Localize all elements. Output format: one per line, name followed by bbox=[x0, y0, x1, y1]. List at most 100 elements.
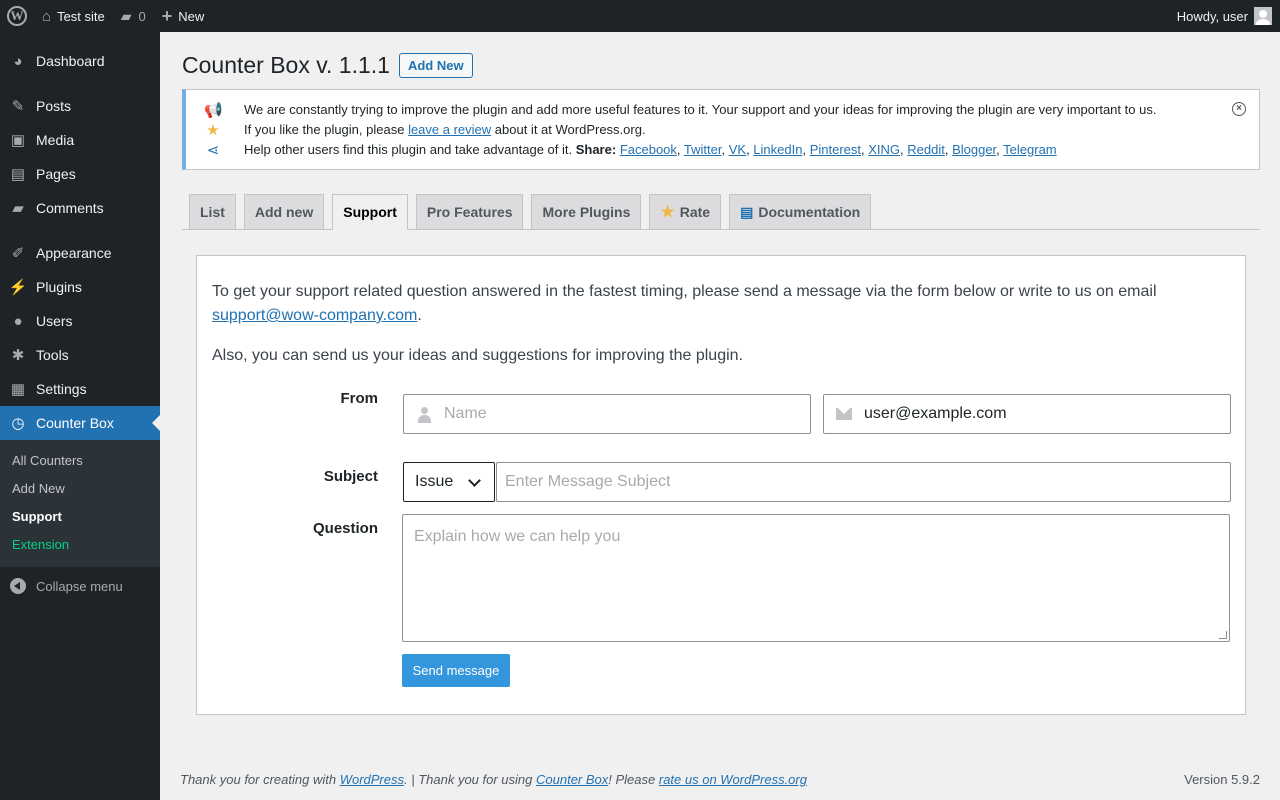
dashboard-icon: ◕ bbox=[13, 52, 23, 70]
from-label: From bbox=[340, 390, 379, 407]
email-field[interactable]: user@example.com bbox=[823, 394, 1231, 434]
tab-support[interactable]: Support bbox=[332, 194, 408, 230]
notice-line: ⋖ Help other users find this plugin and … bbox=[207, 140, 1259, 160]
sidebar-item-plugins[interactable]: ⚡ Plugins bbox=[0, 270, 160, 304]
tab-documentation[interactable]: ▤ Documentation bbox=[729, 194, 872, 229]
document-icon: ▤ bbox=[740, 203, 754, 220]
submenu-add-new[interactable]: Add New bbox=[0, 475, 160, 503]
subject-type-select[interactable]: Issue bbox=[403, 462, 495, 502]
page-header: Counter Box v. 1.1.1 Add New bbox=[182, 52, 473, 79]
subject-input[interactable]: Enter Message Subject bbox=[496, 462, 1231, 502]
intro-text: To get your support related question ans… bbox=[212, 283, 1157, 300]
sidebar-item-tools[interactable]: ✱ Tools bbox=[0, 338, 160, 372]
subject-type-value: Issue bbox=[415, 473, 454, 490]
wordpress-link[interactable]: WordPress bbox=[340, 772, 404, 787]
clock-icon: ◷ bbox=[11, 415, 25, 432]
tab-add-new[interactable]: Add new bbox=[243, 194, 325, 229]
tab-list[interactable]: List bbox=[189, 194, 236, 229]
howdy-text: Howdy, user bbox=[1176, 8, 1248, 24]
add-new-button[interactable]: Add New bbox=[398, 53, 473, 78]
share-link-xing[interactable]: XING bbox=[868, 142, 900, 157]
sidebar-item-label: Media bbox=[36, 132, 75, 148]
question-label: Question bbox=[312, 520, 378, 537]
admin-sidebar: ◕ Dashboard ✎ Posts ▣ Media ▤ Pages ▰ Co… bbox=[0, 32, 160, 800]
footer-text: Thank you for creating with bbox=[180, 772, 340, 787]
admin-footer: Thank you for creating with WordPress. |… bbox=[180, 772, 1260, 787]
sidebar-item-counter-box[interactable]: ◷ Counter Box bbox=[0, 406, 160, 440]
submenu-extension[interactable]: Extension bbox=[0, 531, 160, 559]
sidebar-item-dashboard[interactable]: ◕ Dashboard bbox=[0, 44, 160, 78]
footer-text: ! Please bbox=[608, 772, 659, 787]
sidebar-item-label: Plugins bbox=[36, 279, 82, 295]
user-icon bbox=[404, 406, 444, 423]
sidebar-item-posts[interactable]: ✎ Posts bbox=[0, 89, 160, 123]
submenu-support[interactable]: Support bbox=[0, 503, 160, 531]
wrench-icon: ✱ bbox=[11, 347, 25, 364]
comments-link[interactable]: ▰ 0 bbox=[113, 0, 154, 32]
support-email-link[interactable]: support@wow-company.com bbox=[212, 307, 417, 324]
question-textarea[interactable]: Explain how we can help you bbox=[402, 514, 1230, 642]
sidebar-item-settings[interactable]: ▦ Settings bbox=[0, 372, 160, 406]
sidebar-item-label: Dashboard bbox=[36, 53, 105, 69]
tab-label: Rate bbox=[679, 203, 711, 220]
share-link-blogger[interactable]: Blogger bbox=[952, 142, 996, 157]
dismiss-notice-button[interactable]: × bbox=[1232, 102, 1246, 116]
tab-more-plugins[interactable]: More Plugins bbox=[531, 194, 642, 229]
sidebar-item-label: Comments bbox=[36, 200, 104, 216]
avatar bbox=[1254, 7, 1272, 25]
new-content-button[interactable]: + New bbox=[154, 0, 213, 32]
chevron-down-icon bbox=[468, 474, 481, 487]
mail-icon bbox=[824, 408, 864, 420]
sidebar-item-media[interactable]: ▣ Media bbox=[0, 123, 160, 157]
intro-end: . bbox=[417, 307, 422, 324]
nav-tabs: List Add new Support Pro Features More P… bbox=[182, 194, 1260, 230]
collapse-label: Collapse menu bbox=[36, 578, 123, 594]
share-link-vk[interactable]: VK bbox=[729, 142, 746, 157]
sidebar-item-label: Settings bbox=[36, 381, 87, 397]
subject-label: Subject bbox=[323, 468, 378, 485]
plug-icon: ⚡ bbox=[8, 279, 28, 296]
share-link-facebook[interactable]: Facebook bbox=[620, 142, 677, 157]
my-account-menu[interactable]: Howdy, user bbox=[1169, 0, 1280, 32]
wordpress-icon: W bbox=[7, 6, 27, 26]
tab-label: Documentation bbox=[758, 203, 861, 220]
site-name: Test site bbox=[57, 8, 105, 24]
wordpress-logo-button[interactable]: W bbox=[0, 0, 34, 32]
share-link-telegram[interactable]: Telegram bbox=[1003, 142, 1056, 157]
share-icon: ⋖ bbox=[206, 142, 220, 159]
collapse-menu-button[interactable]: Collapse menu bbox=[0, 569, 160, 603]
sidebar-item-appearance[interactable]: ✐ Appearance bbox=[0, 236, 160, 270]
submenu-all-counters[interactable]: All Counters bbox=[0, 447, 160, 475]
support-ideas: Also, you can send us your ideas and sug… bbox=[212, 347, 743, 364]
comment-icon: ▰ bbox=[120, 7, 132, 24]
question-placeholder: Explain how we can help you bbox=[414, 528, 621, 545]
sidebar-item-comments[interactable]: ▰ Comments bbox=[0, 191, 160, 225]
mail-icon-shape bbox=[836, 408, 852, 420]
tab-pro-features[interactable]: Pro Features bbox=[415, 194, 524, 229]
footer-text: . | Thank you for using bbox=[404, 772, 536, 787]
name-field[interactable]: Name bbox=[403, 394, 811, 434]
share-link-pinterest[interactable]: Pinterest bbox=[810, 142, 861, 157]
share-link-twitter[interactable]: Twitter bbox=[684, 142, 722, 157]
tab-rate[interactable]: ★ Rate bbox=[649, 194, 722, 229]
site-name-link[interactable]: ⌂ Test site bbox=[34, 0, 113, 32]
counter-box-link[interactable]: Counter Box bbox=[536, 772, 608, 787]
pin-icon: ✎ bbox=[11, 98, 25, 115]
tab-label: Support bbox=[343, 204, 397, 220]
version-text: Version 5.9.2 bbox=[1184, 772, 1260, 787]
sidebar-item-pages[interactable]: ▤ Pages bbox=[0, 157, 160, 191]
share-link-reddit[interactable]: Reddit bbox=[907, 142, 945, 157]
admin-bar: W ⌂ Test site ▰ 0 + New Howdy, user bbox=[0, 0, 1280, 32]
share-link-linkedin[interactable]: LinkedIn bbox=[753, 142, 802, 157]
leave-review-link[interactable]: leave a review bbox=[408, 122, 491, 137]
rate-us-link[interactable]: rate us on WordPress.org bbox=[659, 772, 807, 787]
notice-line: ★ If you like the plugin, please leave a… bbox=[206, 120, 1259, 140]
support-intro: To get your support related question ans… bbox=[212, 280, 1222, 328]
send-message-button[interactable]: Send message bbox=[402, 654, 510, 687]
name-placeholder: Name bbox=[444, 405, 487, 422]
sidebar-item-users[interactable]: ● Users bbox=[0, 304, 160, 338]
resize-handle[interactable] bbox=[1219, 631, 1227, 639]
sidebar-item-label: Users bbox=[36, 313, 73, 329]
main-content: Counter Box v. 1.1.1 Add New 📢 We are co… bbox=[160, 32, 1280, 800]
home-icon: ⌂ bbox=[42, 7, 52, 25]
